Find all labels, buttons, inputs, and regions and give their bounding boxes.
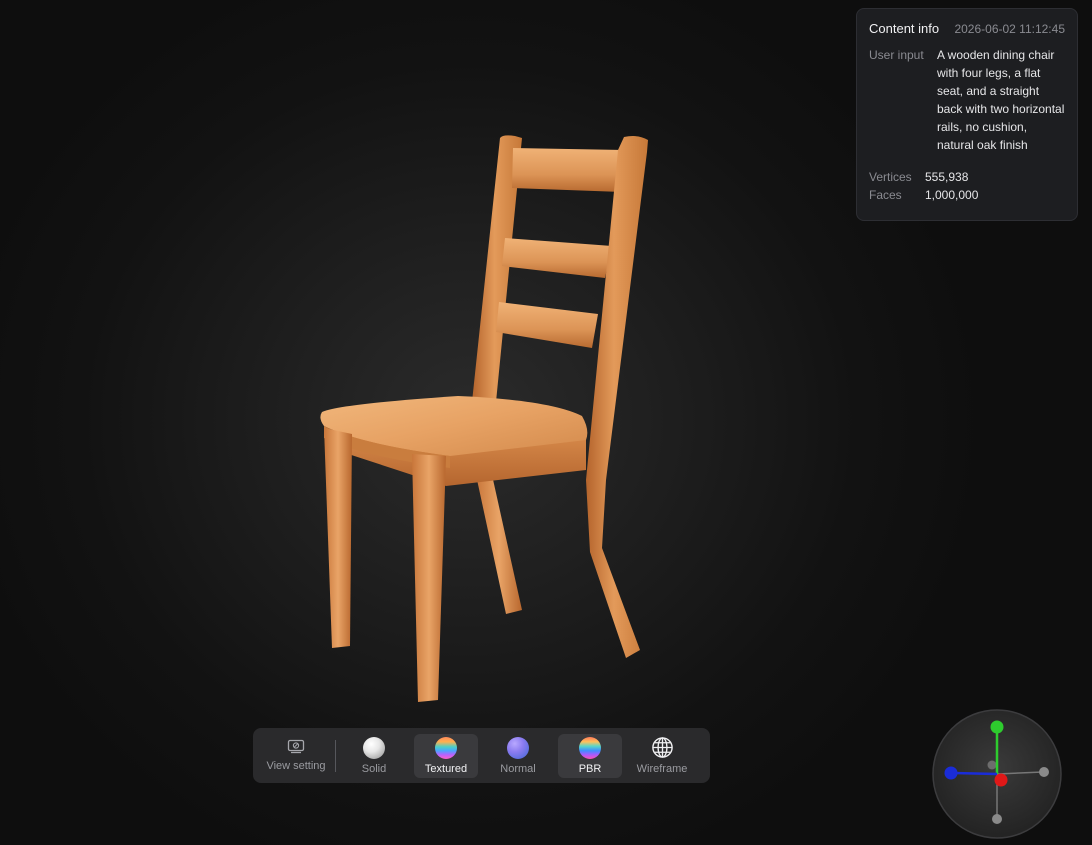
view-setting-icon	[287, 739, 305, 754]
content-info-title: Content info	[869, 21, 940, 36]
pbr-sphere-icon	[579, 736, 601, 759]
textured-sphere-icon	[435, 736, 457, 759]
content-timestamp: 2026-06-02 11:12:45	[954, 22, 1065, 36]
mode-pbr-button[interactable]: PBR	[558, 733, 622, 778]
mode-solid-button[interactable]: Solid	[342, 734, 406, 778]
negative-z-handle[interactable]	[987, 760, 997, 770]
view-setting-label: View setting	[266, 760, 326, 772]
mode-wireframe-button[interactable]: Wireframe	[630, 734, 694, 778]
mode-solid-label: Solid	[361, 762, 387, 775]
x-axis-handle[interactable]	[994, 773, 1008, 787]
vertices-value: 555,938	[925, 170, 969, 184]
content-info-panel: Content info 2026-06-02 11:12:45 User in…	[856, 8, 1078, 221]
vertices-label: Vertices	[869, 170, 912, 184]
mode-normal-label: Normal	[500, 762, 536, 775]
view-setting-button[interactable]: View setting	[259, 734, 333, 778]
normal-sphere-icon	[507, 736, 529, 759]
mode-pbr-label: PBR	[578, 762, 602, 775]
solid-sphere-icon	[363, 736, 385, 759]
negative-x-handle[interactable]	[1039, 767, 1049, 777]
negative-y-handle[interactable]	[992, 814, 1002, 824]
user-input-label: User input	[869, 48, 924, 62]
chair-3d-model[interactable]	[300, 120, 660, 710]
user-input-text: A wooden dining chair with four legs, a …	[937, 48, 1065, 152]
mode-textured-button[interactable]: Textured	[414, 733, 478, 778]
mode-textured-label: Textured	[424, 762, 468, 775]
mode-wireframe-label: Wireframe	[636, 763, 688, 775]
y-axis-handle[interactable]	[990, 720, 1004, 734]
faces-label: Faces	[869, 188, 902, 202]
3d-viewport[interactable]: Content info 2026-06-02 11:12:45 User in…	[0, 0, 1092, 845]
wireframe-globe-icon	[651, 737, 673, 758]
faces-value: 1,000,000	[925, 188, 979, 202]
render-mode-toolbar: View setting Solid Textured Normal PBR W…	[253, 728, 710, 783]
z-axis-handle[interactable]	[944, 766, 958, 780]
axis-gizmo[interactable]	[931, 708, 1063, 840]
mode-normal-button[interactable]: Normal	[486, 734, 550, 778]
toolbar-divider	[335, 739, 336, 772]
